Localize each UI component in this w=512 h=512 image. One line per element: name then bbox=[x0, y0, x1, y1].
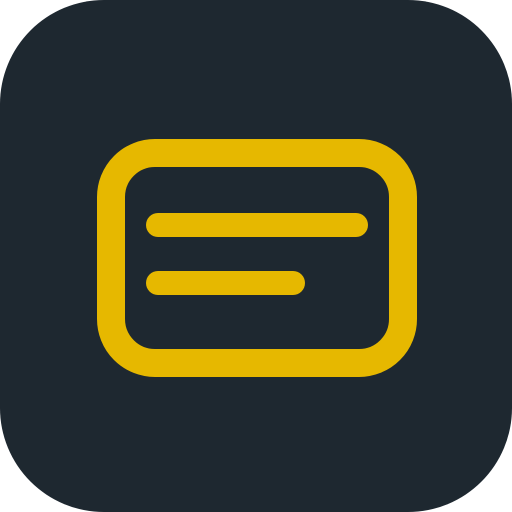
icon-background bbox=[0, 0, 512, 512]
message-card-icon bbox=[0, 0, 512, 512]
app-icon bbox=[0, 0, 512, 512]
